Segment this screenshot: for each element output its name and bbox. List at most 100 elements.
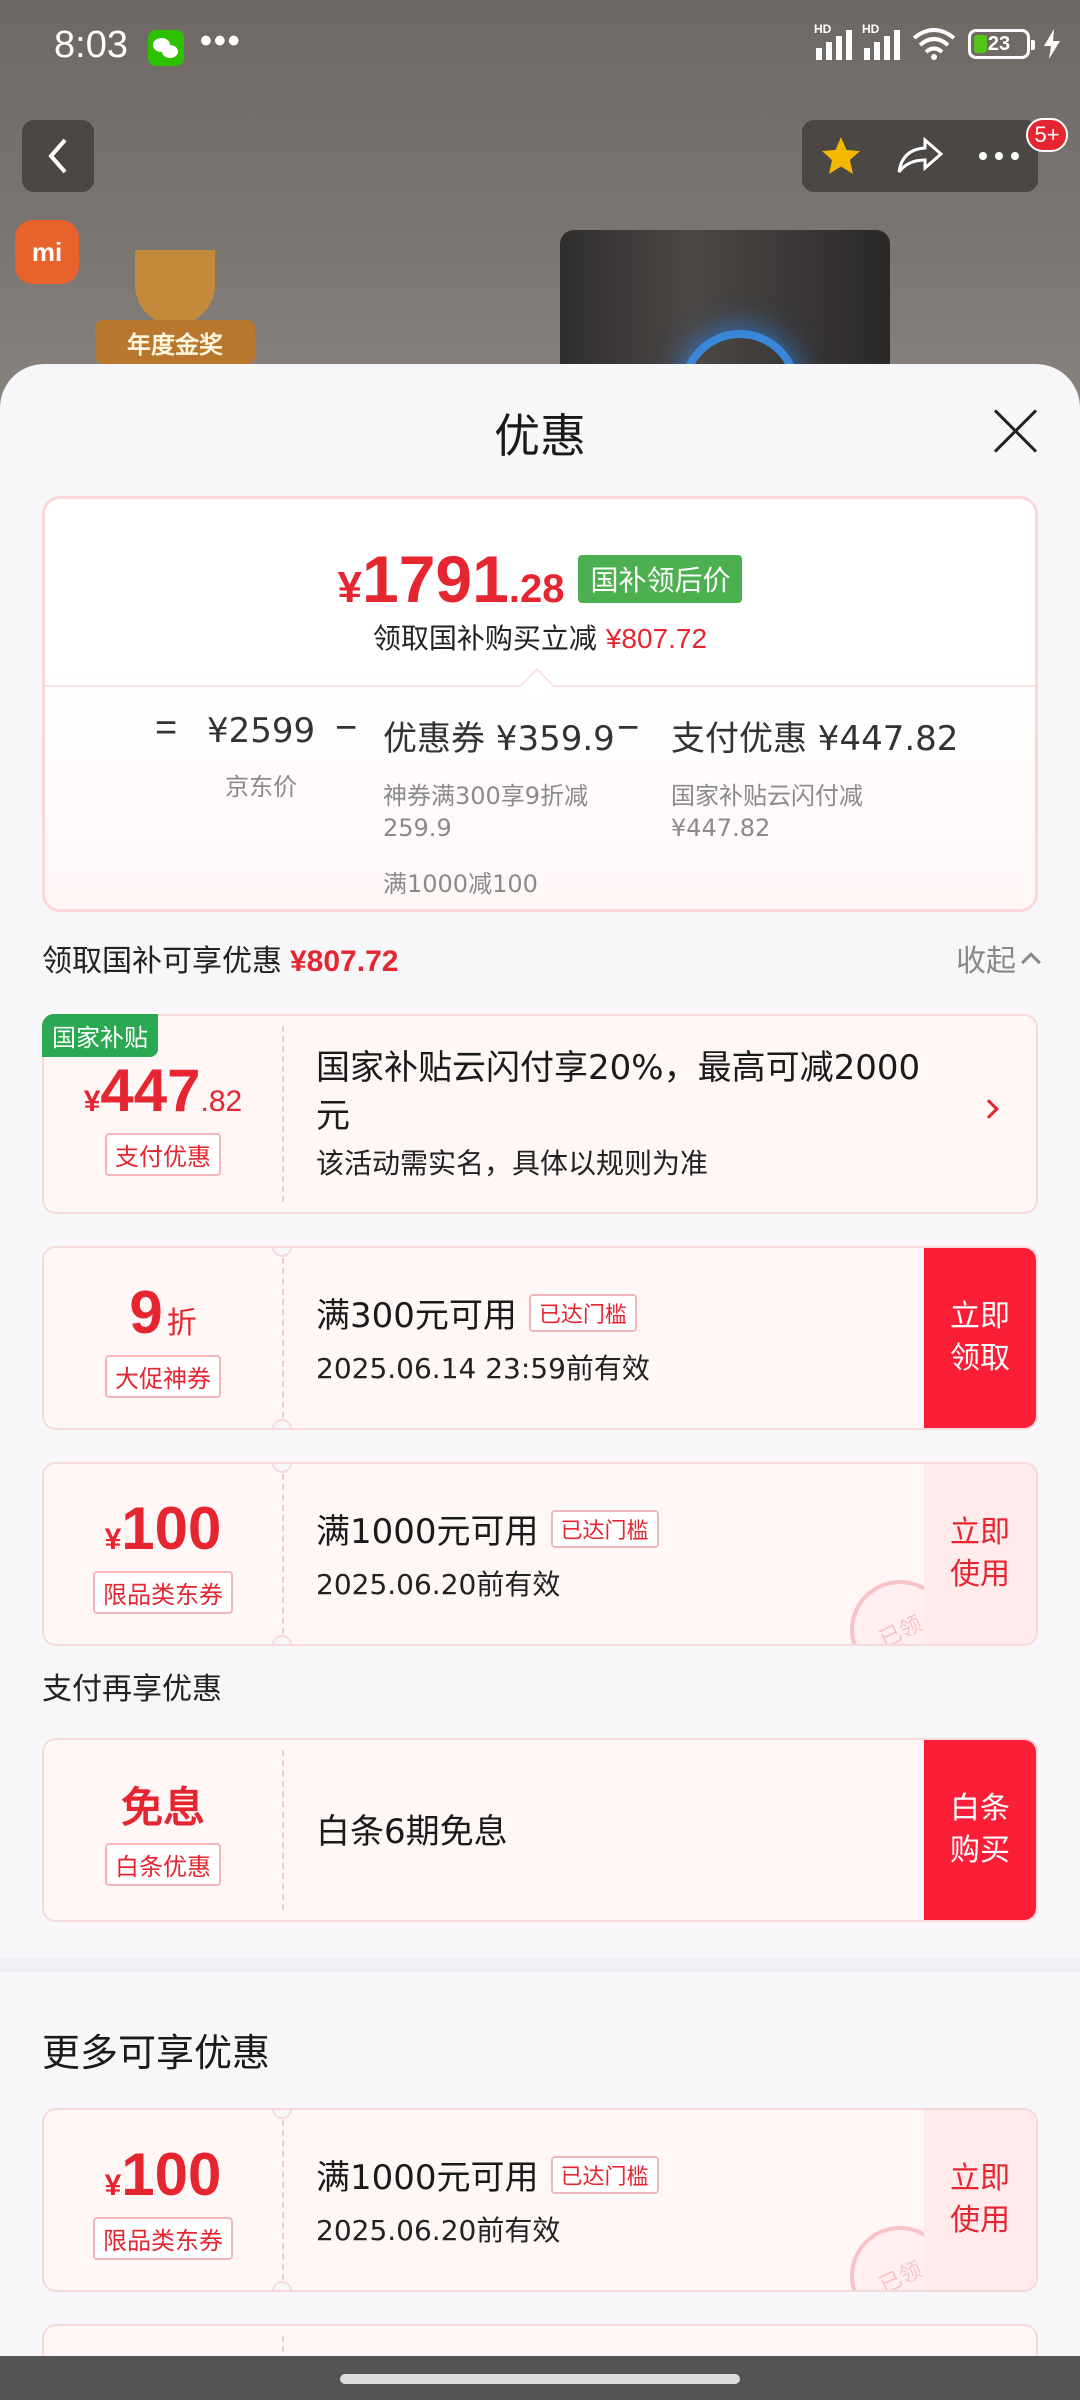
coupon-pill: 大促神券 — [105, 1355, 221, 1398]
minus-sign-2: − — [617, 707, 640, 749]
discount-unit: 折 — [166, 1307, 197, 1340]
battery-icon: 23 — [968, 29, 1035, 59]
subsidy-amount: ¥447.82 — [84, 1056, 243, 1125]
charging-icon — [1044, 29, 1060, 59]
subsidy-card[interactable]: 国家补贴 ¥447.82 支付优惠 国家补贴云闪付享20%，最高可减2000元 … — [42, 1014, 1038, 1214]
subsidy-body: 国家补贴云闪付享20%，最高可减2000元 该活动需实名，具体以规则为准 — [316, 1044, 946, 1182]
claim-now-button[interactable]: 立即领取 — [924, 1248, 1036, 1428]
discount-number: 9 — [129, 1279, 163, 1346]
dashed-separator — [282, 1026, 284, 1202]
discount-sheet: 优惠 ¥1791.28 国补领后价 领取国补购买立减 ¥807.72 = ¥25… — [0, 364, 1080, 2400]
section-divider — [0, 1958, 1080, 1972]
baitiao-card: 免息 白条优惠 白条6期免息 白条购买 — [42, 1738, 1038, 1922]
message-badge: 5+ — [1026, 118, 1068, 152]
coupon-pill: 限品类东券 — [93, 2217, 233, 2260]
award-badge: 年度金奖 — [95, 250, 255, 370]
more-coupon-card-100: ¥100 限品类东券 满1000元可用 已达门槛 2025.06.20前有效 已领… — [42, 2108, 1038, 2292]
trophy-icon — [135, 250, 215, 325]
currency-symbol: ¥ — [337, 563, 363, 612]
price-summary-card: ¥1791.28 国补领后价 领取国补购买立减 ¥807.72 = ¥2599 … — [42, 496, 1038, 912]
signal-icon-2: HD — [862, 22, 900, 60]
use-now-button[interactable]: 立即使用 — [924, 2110, 1036, 2290]
top-action-group — [802, 120, 1038, 192]
subsidy-title: 国家补贴云闪付享20%，最高可减2000元 — [316, 1048, 921, 1136]
coupon-title-row: 满300元可用 已达门槛 — [316, 1288, 916, 1337]
base-price-desc: 京东价 — [225, 773, 298, 801]
use-now-button[interactable]: 立即使用 — [924, 1464, 1036, 1644]
dashed-separator — [282, 1750, 284, 1910]
coupon-value-block: 9折 大促神券 — [44, 1248, 282, 1428]
brand-logo: mi — [15, 220, 79, 284]
coupon-validity: 2025.06.20前有效 — [316, 1568, 561, 1601]
interest-free-label: 免息 — [120, 1783, 205, 1832]
payment-discount-value: 支付优惠 ¥447.82 — [671, 719, 959, 759]
more-notifications-icon: ••• — [200, 22, 242, 60]
coupon-discount-desc-2: 满1000减100 — [383, 870, 538, 898]
sheet-header: 优惠 — [0, 364, 1080, 492]
final-price: ¥1791.28 — [338, 541, 565, 617]
baitiao-buy-button[interactable]: 白条购买 — [924, 1740, 1036, 1920]
status-bar: 8:03 ••• HD HD 23 — [0, 0, 1080, 100]
coupon-card-9-off: 9折 大促神券 满300元可用 已达门槛 2025.06.14 23:59前有效 … — [42, 1246, 1038, 1430]
equals-sign: = — [155, 707, 178, 749]
award-label: 年度金奖 — [95, 320, 255, 364]
section-title: 领取国补可享优惠 — [42, 944, 282, 979]
coupon-value: ¥100 — [105, 2140, 222, 2209]
amount-decimal: .82 — [200, 1085, 243, 1118]
coupon-discount-col: 优惠券 ¥359.9 神券满300享9折减259.9 满1000减100 — [383, 711, 615, 899]
coupon-value-block: ¥100 限品类东券 — [44, 2110, 282, 2290]
home-indicator[interactable] — [340, 2374, 740, 2384]
coupon-validity: 2025.06.14 23:59前有效 — [316, 1352, 650, 1385]
threshold-tag: 已达门槛 — [550, 1509, 659, 1548]
share-icon[interactable] — [897, 136, 943, 176]
subsidy-sub: 该活动需实名，具体以规则为准 — [316, 1147, 709, 1180]
coupon-discount-desc: 神券满300享9折减259.9 — [383, 782, 589, 842]
amount-integer: 447 — [100, 1057, 201, 1124]
price-decimal: .28 — [508, 567, 565, 611]
minus-sign: − — [335, 707, 358, 749]
price-integer: 1791 — [362, 542, 509, 616]
notch — [272, 2281, 292, 2290]
coupon-title-row: 满1000元可用 已达门槛 — [316, 2150, 916, 2199]
close-icon[interactable] — [990, 406, 1040, 456]
price-tag: 国补领后价 — [578, 555, 743, 603]
chevron-left-icon — [48, 138, 67, 174]
subsidy-pill: 支付优惠 — [105, 1133, 221, 1176]
savings-amount: ¥807.72 — [605, 623, 708, 654]
caret-pointer — [520, 668, 554, 702]
coupon-title-row: 满1000元可用 已达门槛 — [316, 1504, 916, 1553]
chevron-up-icon — [1021, 952, 1041, 972]
notch — [272, 1419, 292, 1428]
coupon-value-block: ¥100 限品类东券 — [44, 1464, 282, 1644]
coupon-amount: 100 — [121, 1495, 222, 1562]
coupon-value: 9折 — [129, 1278, 196, 1347]
coupon-value: ¥100 — [105, 1494, 222, 1563]
currency-symbol: ¥ — [104, 2169, 122, 2202]
chevron-right-icon[interactable] — [979, 1099, 999, 1119]
coupon-body: 满1000元可用 已达门槛 2025.06.20前有效 — [316, 2150, 916, 2249]
currency-symbol: ¥ — [83, 1085, 101, 1118]
coupon-title: 满300元可用 — [316, 1296, 517, 1336]
back-button[interactable] — [22, 120, 94, 192]
coupon-body: 满1000元可用 已达门槛 2025.06.20前有效 — [316, 1504, 916, 1603]
button-label: 立即使用 — [950, 2161, 1010, 2238]
baitiao-body: 白条6期免息 — [316, 1804, 916, 1853]
more-options-icon[interactable] — [977, 150, 1021, 162]
base-price-col: ¥2599 京东价 — [207, 711, 315, 803]
subsidy-amount-block: ¥447.82 支付优惠 — [44, 1056, 282, 1176]
coupon-pill: 限品类东券 — [93, 1571, 233, 1614]
coupon-amount: 100 — [121, 2141, 222, 2208]
payment-discount-col: 支付优惠 ¥447.82 国家补贴云闪付减¥447.82 — [671, 711, 959, 844]
payment-section-header: 支付再享优惠 — [42, 1664, 1038, 1708]
collapse-button[interactable]: 收起 — [956, 936, 1041, 980]
battery-level: 23 — [987, 32, 1011, 55]
coupon-validity: 2025.06.20前有效 — [316, 2214, 561, 2247]
savings-line: 领取国补购买立减 ¥807.72 — [45, 617, 1035, 657]
sheet-title: 优惠 — [494, 409, 586, 463]
threshold-tag: 已达门槛 — [550, 2155, 659, 2194]
wifi-icon — [912, 28, 956, 60]
coupon-title: 满1000元可用 — [316, 2158, 539, 2198]
subsidy-badge: 国家补贴 — [42, 1014, 158, 1057]
favorite-star-icon[interactable] — [819, 134, 863, 178]
coupon-card-100: ¥100 限品类东券 满1000元可用 已达门槛 2025.06.20前有效 已领… — [42, 1462, 1038, 1646]
